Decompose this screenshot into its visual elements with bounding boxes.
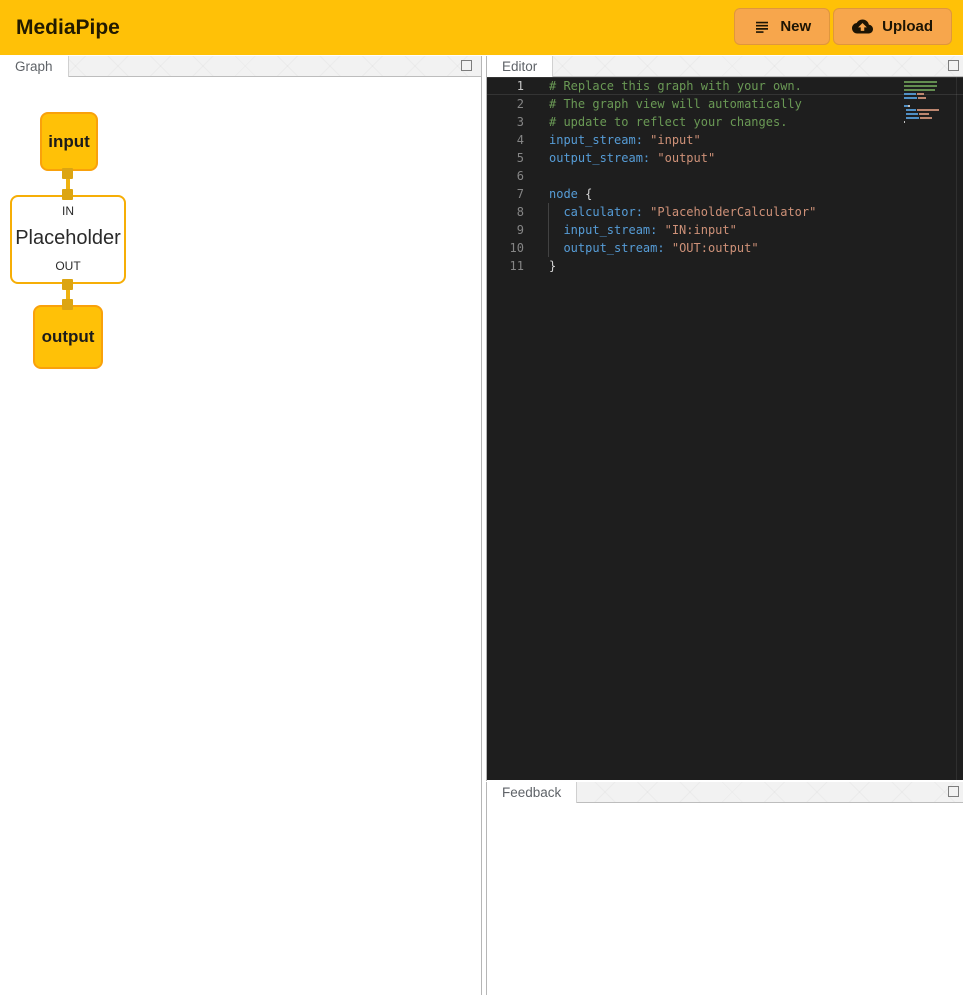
feedback-content: [487, 803, 963, 995]
graph-node-placeholder[interactable]: IN Placeholder OUT: [10, 195, 126, 284]
subject-icon: [753, 18, 771, 36]
upload-button[interactable]: Upload: [833, 8, 952, 45]
graph-node-output[interactable]: output: [33, 305, 103, 369]
code-line: 2# The graph view will automatically: [487, 95, 963, 113]
graph-maximize-icon[interactable]: [461, 60, 472, 71]
graph-tabstrip: Graph: [0, 56, 481, 77]
graph-node-input-label: input: [48, 132, 90, 152]
editor-indent-guide: [548, 203, 549, 257]
graph-node-input[interactable]: input: [40, 112, 98, 171]
tab-graph-label: Graph: [15, 59, 53, 74]
graph-port-node-out[interactable]: [62, 279, 73, 290]
graph-port-input-out[interactable]: [62, 168, 73, 179]
editor-panel: Editor 1# Replace this graph with your o…: [486, 56, 963, 781]
code-line: 4input_stream: "input": [487, 131, 963, 149]
code-line: 1# Replace this graph with your own.: [487, 77, 963, 95]
feedback-panel: Feedback: [486, 782, 963, 995]
cloud-upload-icon: [852, 16, 873, 37]
graph-canvas[interactable]: input IN Placeholder OUT output: [0, 77, 481, 995]
graph-port-node-in[interactable]: [62, 189, 73, 200]
header-actions: New Upload: [734, 8, 952, 45]
app-title: MediaPipe: [16, 16, 120, 40]
editor-overview-ruler: [956, 77, 957, 780]
code-line: 8 calculator: "PlaceholderCalculator": [487, 203, 963, 221]
editor-maximize-icon[interactable]: [948, 60, 959, 71]
new-button-label: New: [780, 18, 811, 35]
code-line: 7node {: [487, 185, 963, 203]
tab-feedback[interactable]: Feedback: [487, 782, 577, 803]
editor-code-lines: 1# Replace this graph with your own.2# T…: [487, 77, 963, 275]
editor-code-area[interactable]: 1# Replace this graph with your own.2# T…: [487, 77, 963, 780]
code-line: 10 output_stream: "OUT:output": [487, 239, 963, 257]
code-line: 9 input_stream: "IN:input": [487, 221, 963, 239]
graph-port-output-in[interactable]: [62, 299, 73, 310]
graph-node-output-label: output: [42, 327, 95, 347]
tab-feedback-label: Feedback: [502, 785, 561, 800]
upload-button-label: Upload: [882, 18, 933, 35]
editor-tabstrip: Editor: [487, 56, 963, 77]
feedback-maximize-icon[interactable]: [948, 786, 959, 797]
placeholder-title: Placeholder: [15, 227, 121, 250]
placeholder-out-port-label: OUT: [55, 259, 80, 273]
tab-editor-label: Editor: [502, 59, 537, 74]
tab-graph[interactable]: Graph: [0, 56, 69, 77]
graph-panel: Graph input IN Placeholder OUT output: [0, 56, 482, 995]
new-button[interactable]: New: [734, 8, 830, 45]
feedback-tabstrip: Feedback: [487, 782, 963, 803]
app-header: MediaPipe New Upload: [0, 0, 963, 55]
code-line: 11}: [487, 257, 963, 275]
tab-editor[interactable]: Editor: [487, 56, 553, 77]
placeholder-in-port-label: IN: [62, 204, 74, 218]
code-line: 3# update to reflect your changes.: [487, 113, 963, 131]
editor-minimap[interactable]: [904, 80, 950, 124]
code-line: 5output_stream: "output": [487, 149, 963, 167]
code-line: 6: [487, 167, 963, 185]
